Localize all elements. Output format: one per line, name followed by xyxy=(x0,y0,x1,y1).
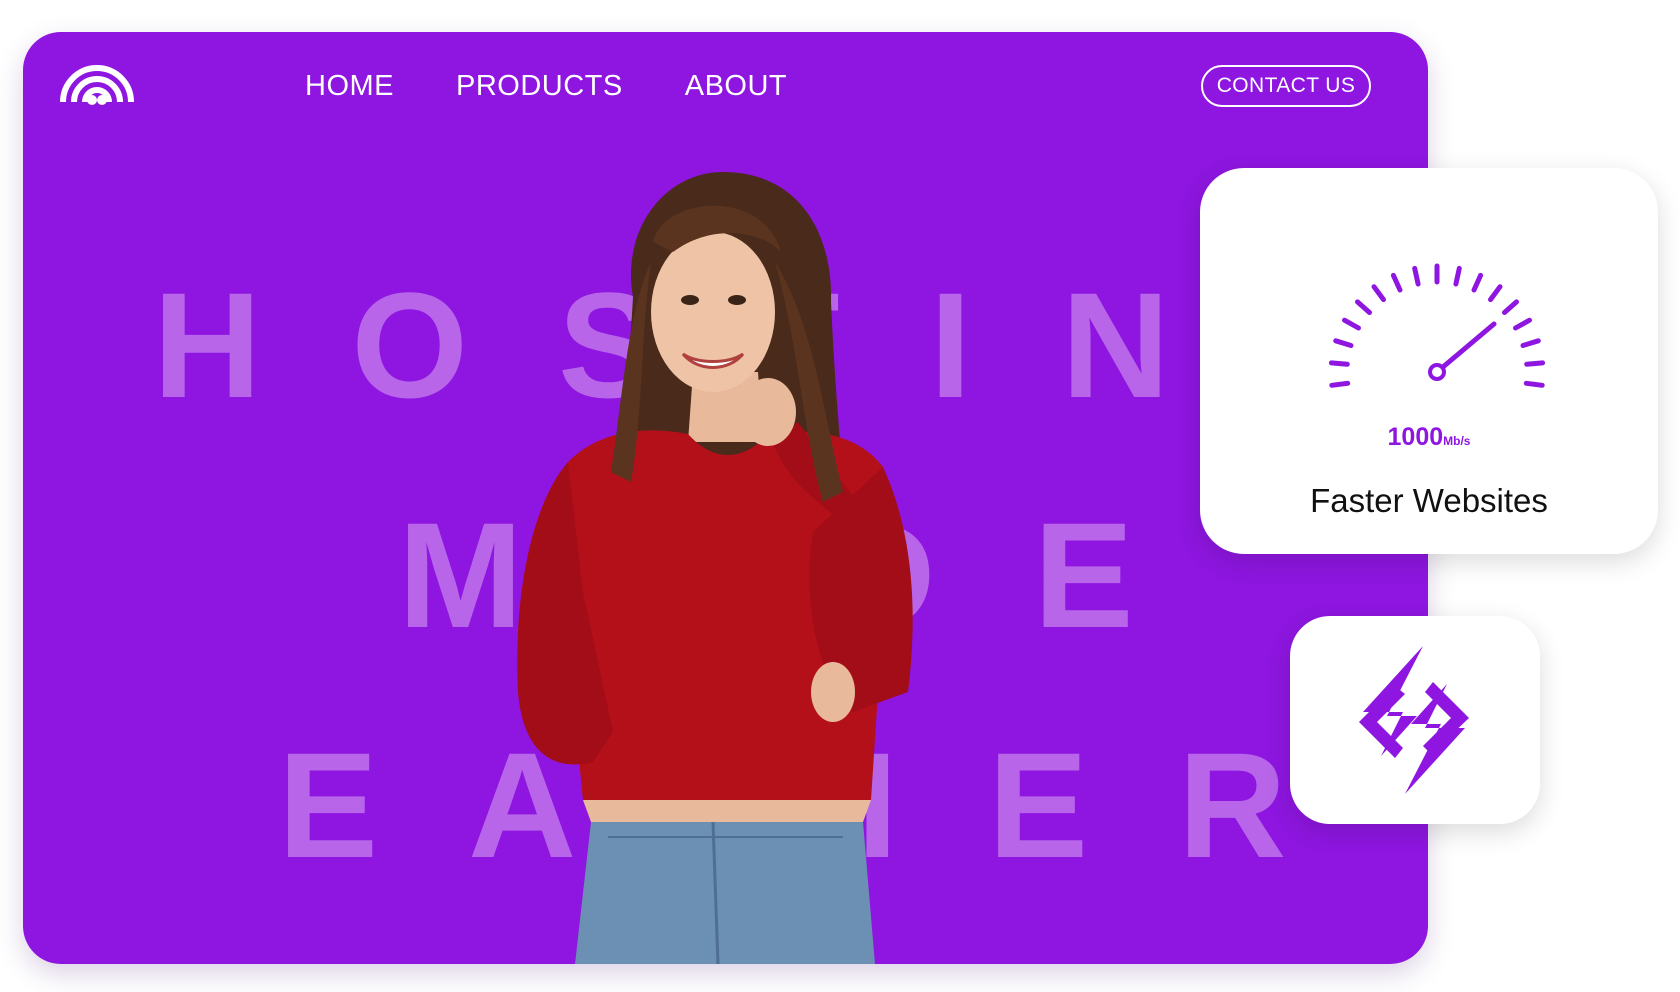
gauge-tick xyxy=(1333,338,1354,348)
gauge-tick xyxy=(1523,380,1545,388)
speed-readout: 1000Mb/s xyxy=(1200,423,1658,452)
gauge-tick xyxy=(1329,380,1351,388)
gauge-tick xyxy=(1355,299,1372,315)
gauge-tick xyxy=(1342,317,1361,331)
gauge-tick xyxy=(1390,272,1403,293)
speed-unit: Mb/s xyxy=(1443,434,1471,448)
gauge-tick xyxy=(1371,284,1386,303)
gauge-tick xyxy=(1412,265,1421,287)
nav-about[interactable]: ABOUT xyxy=(685,70,787,103)
main-nav: HOME PRODUCTS ABOUT xyxy=(305,70,787,103)
nav-home[interactable]: HOME xyxy=(305,70,394,103)
gauge-tick xyxy=(1453,265,1462,287)
faster-websites-title: Faster Websites xyxy=(1310,482,1548,519)
lightning-app-card[interactable] xyxy=(1290,616,1540,824)
speed-value: 1000 xyxy=(1387,423,1444,451)
speedometer-icon xyxy=(1328,263,1546,388)
gauge-tick xyxy=(1520,338,1541,348)
gauge-tick xyxy=(1471,272,1484,293)
contact-us-button[interactable]: CONTACT US xyxy=(1201,65,1371,107)
rainbow-signal-logo-icon[interactable] xyxy=(59,62,135,106)
page: HOME PRODUCTS ABOUT CONTACT US HOSTING M… xyxy=(0,0,1680,992)
gauge-tick xyxy=(1524,360,1546,367)
faster-websites-card: 1000Mb/s Faster Websites xyxy=(1200,168,1658,554)
gauge-tick xyxy=(1513,317,1532,331)
lightning-bolt-logo-icon xyxy=(1359,646,1469,794)
gauge-tick xyxy=(1488,284,1503,303)
hero-person-image xyxy=(517,172,913,964)
gauge-tick xyxy=(1502,299,1519,315)
gauge-tick xyxy=(1328,360,1350,367)
nav-products[interactable]: PRODUCTS xyxy=(456,70,623,103)
